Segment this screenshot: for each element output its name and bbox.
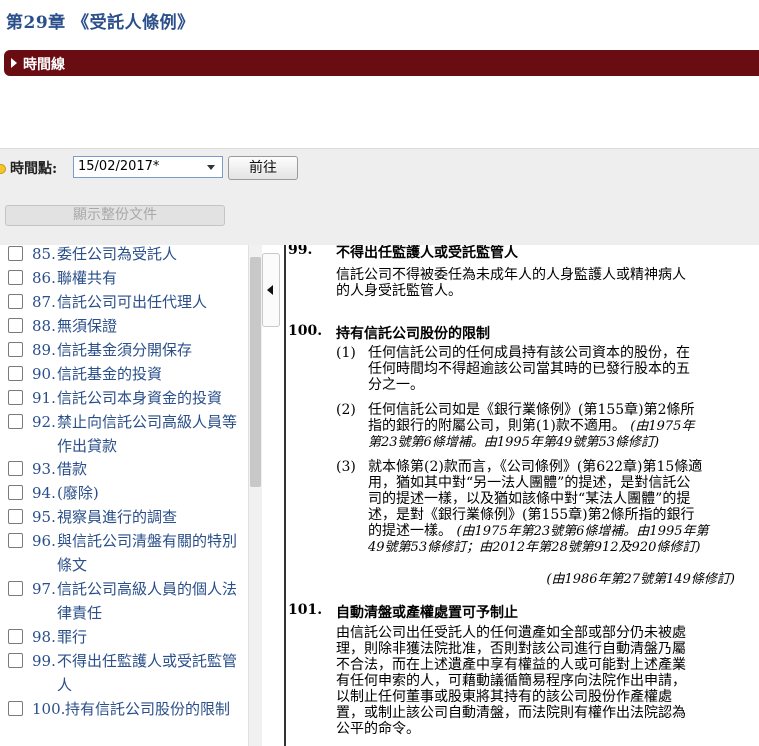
toc-checkbox[interactable] <box>8 366 23 381</box>
subsection-3-number: (3) <box>336 459 356 475</box>
toc-scrollbar-thumb[interactable] <box>250 257 261 487</box>
toc-checkbox[interactable] <box>8 629 23 644</box>
go-button[interactable]: 前往 <box>228 156 298 180</box>
toc-item-number: 88. <box>32 317 56 335</box>
section-100-amendment-note: (由1986年第27號第149條修訂) <box>546 572 735 587</box>
toc-item-label[interactable]: 罪行 <box>57 625 247 649</box>
toc-item-label[interactable]: 聯權共有 <box>57 266 247 290</box>
toc-checkbox[interactable] <box>8 461 23 476</box>
toc-item-number: 97. <box>32 580 56 598</box>
toc-item-number: 100. <box>32 700 66 718</box>
toc-checkbox[interactable] <box>8 485 23 500</box>
toc-item-label[interactable]: 視察員進行的調查 <box>57 505 247 529</box>
expand-triangle-icon <box>11 58 17 68</box>
section-99-number: 99. <box>288 245 313 258</box>
toc-item-number: 96. <box>32 532 56 550</box>
toc-checkbox[interactable] <box>8 294 23 309</box>
toc-checkbox[interactable] <box>8 701 23 716</box>
toc-item-label[interactable]: 信託公司高級人員的個人法律責任 <box>57 577 247 625</box>
timeline-toggle[interactable]: 時間線 <box>4 50 759 76</box>
toc-checkbox[interactable] <box>8 653 23 668</box>
subsection-3-text: 就本條第(2)款而言，《公司條例》(第622章)第15條適 用，猶如其中對“另一… <box>368 459 709 555</box>
toc-checkbox[interactable] <box>8 581 23 596</box>
toc-item-label[interactable]: 信託基金須分開保存 <box>57 338 247 362</box>
bullet-icon <box>0 164 6 174</box>
section-101-text: 由信託公司出任受託人的任何遺產如全部或部分仍未被處 理，則除非獲法院批准，否則對… <box>336 625 686 737</box>
subsection-1-text: 任何信託公司的任何成員持有該公司資本的股份，在 任何時間均不得超逾該公司當其時的… <box>368 345 690 393</box>
toc-item-label[interactable]: 委任公司為受託人 <box>57 245 247 266</box>
toc-item-label[interactable]: 不得出任監護人或受託監管人 <box>57 649 247 697</box>
timeline-control-panel: 時間點: 15/02/2017* 前往 顯示整份文件 <box>0 148 759 245</box>
toc-item-label[interactable]: 信託公司可出任代理人 <box>57 290 247 314</box>
toc-item-number: 98. <box>32 628 56 646</box>
toc-item-number: 87. <box>32 293 56 311</box>
toc-item-number: 86. <box>32 269 56 287</box>
chevron-down-icon <box>207 165 215 170</box>
toc-scrollbar[interactable] <box>248 245 262 746</box>
toc-item-number: 92. <box>32 413 56 431</box>
toc-item-number: 95. <box>32 508 56 526</box>
toc-checkbox[interactable] <box>8 533 23 548</box>
toc-checkbox[interactable] <box>8 509 23 524</box>
subsection-2-text: 任何信託公司如是《銀行業條例》(第155章)第2條所 指的銀行的附屬公司，則第(… <box>368 402 695 450</box>
toc-item-label[interactable]: 信託公司本身資金的投資 <box>57 386 247 410</box>
toc-item-number: 94. <box>32 484 56 502</box>
page-title: 第29章 《受託人條例》 <box>6 13 195 33</box>
toc-item-label[interactable]: 信託基金的投資 <box>57 362 247 386</box>
toc-checkbox[interactable] <box>8 342 23 357</box>
toc-item-label[interactable]: 持有信託公司股份的限制 <box>65 697 247 721</box>
toc-checkbox[interactable] <box>8 390 23 405</box>
toc-item-number: 89. <box>32 341 56 359</box>
toc-panel: 85. 委任公司為受託人 86. 聯權共有 87. 信託公司可出任代理人 88.… <box>0 245 262 746</box>
section-100-number: 100. <box>288 323 323 339</box>
show-all-document-button[interactable]: 顯示整份文件 <box>5 205 225 226</box>
toc-item-number: 99. <box>32 652 56 670</box>
date-select[interactable]: 15/02/2017* <box>73 156 223 178</box>
section-99-title: 不得出任監護人或受託監管人 <box>336 245 518 261</box>
toc-checkbox[interactable] <box>8 246 23 261</box>
collapse-toc-handle[interactable] <box>262 253 280 327</box>
subsection-1-number: (1) <box>336 345 356 361</box>
toc-checkbox[interactable] <box>8 318 23 333</box>
toc-checkbox[interactable] <box>8 270 23 285</box>
section-101-title: 自動清盤或產權處置可予制止 <box>336 605 518 621</box>
toc-item-number: 93. <box>32 460 56 478</box>
date-value: 15/02/2017* <box>78 159 160 174</box>
toc-item-number: 91. <box>32 389 56 407</box>
timeline-label: 時間線 <box>23 57 65 73</box>
toc-item-label[interactable]: 禁止向信託公司高級人員等作出貸款 <box>57 410 247 458</box>
content-panel: 99. 不得出任監護人或受託監管人 信託公司不得被委任為未成年人的人身監護人或精… <box>284 245 759 746</box>
toc-item-label[interactable]: (廢除) <box>57 481 247 505</box>
toc-item-label[interactable]: 借款 <box>57 457 247 481</box>
toc-item-number: 90. <box>32 365 56 383</box>
toc-item-number: 85. <box>32 245 56 263</box>
toc-item-label[interactable]: 無須保證 <box>57 314 247 338</box>
toc-checkbox[interactable] <box>8 414 23 429</box>
time-point-label: 時間點: <box>10 161 58 177</box>
toc-item-label[interactable]: 與信託公司清盤有關的特別條文 <box>57 529 247 577</box>
section-101-number: 101. <box>288 602 323 618</box>
subsection-2-number: (2) <box>336 402 356 418</box>
collapse-left-icon <box>267 285 273 295</box>
section-100-title: 持有信託公司股份的限制 <box>336 326 490 342</box>
section-99-text: 信託公司不得被委任為未成年人的人身監護人或精神病人 的人身受託監管人。 <box>336 267 686 299</box>
